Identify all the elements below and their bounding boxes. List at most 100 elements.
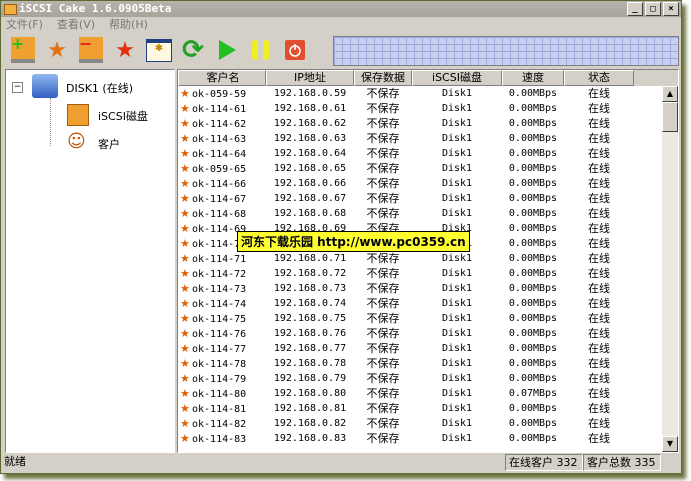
table-row[interactable]: ★ ok-059-65 192.168.0.65 不保存 Disk1 0.00MBps 在线 xyxy=(178,161,678,176)
table-row[interactable]: ★ ok-114-67 192.168.0.67 不保存 Disk1 0.00MBps 在线 xyxy=(178,191,678,206)
cell-client-name: ★ ok-114-81 xyxy=(180,402,247,415)
col-save-data[interactable]: 保存数据 xyxy=(354,70,412,86)
cell-ip-address: 192.168.0.74 xyxy=(273,298,347,309)
table-row[interactable]: ★ ok-059-59 192.168.0.59 不保存 Disk1 0.00MBps 在线 xyxy=(178,86,678,101)
traffic-graph xyxy=(333,36,679,66)
maximize-button[interactable]: □ xyxy=(645,2,661,16)
cell-speed: 0.00MBps xyxy=(508,88,558,99)
pause-button[interactable] xyxy=(247,36,275,64)
table-row[interactable]: ★ ok-114-82 192.168.0.82 不保存 Disk1 0.00MBps 在线 xyxy=(178,416,678,431)
scroll-up-button[interactable]: ▲ xyxy=(662,86,678,102)
cell-save-data: 不保存 xyxy=(366,342,400,355)
table-row[interactable]: ★ ok-114-64 192.168.0.64 不保存 Disk1 0.00MBps 在线 xyxy=(178,146,678,161)
table-row[interactable]: ★ ok-114-68 192.168.0.68 不保存 Disk1 0.00MBps 在线 xyxy=(178,206,678,221)
col-speed[interactable]: 速度 xyxy=(502,70,564,86)
menu-view[interactable]: 查看(V) xyxy=(57,17,95,33)
start-button[interactable] xyxy=(213,36,241,64)
client-icon: ★ xyxy=(180,117,190,130)
vertical-scrollbar[interactable]: ▲ ▼ xyxy=(662,86,678,452)
menu-bar: 文件(F) 查看(V) 帮助(H) xyxy=(1,17,681,33)
cell-status: 在线 xyxy=(588,282,610,295)
pause-icon xyxy=(252,40,269,60)
table-row[interactable]: ★ ok-114-71 192.168.0.71 不保存 Disk1 0.00MBps 在线 xyxy=(178,251,678,266)
add-client-button[interactable]: ★ xyxy=(43,36,71,64)
cell-client-name: ★ ok-114-80 xyxy=(180,387,247,400)
online-clients-panel: 在线客户 332 xyxy=(505,454,583,471)
client-icon: ★ xyxy=(180,342,190,355)
cell-save-data: 不保存 xyxy=(366,402,400,415)
menu-help[interactable]: 帮助(H) xyxy=(109,17,148,33)
cell-save-data: 不保存 xyxy=(366,87,400,100)
cell-client-name: ★ ok-114-72 xyxy=(180,267,247,280)
cell-client-name: ★ ok-114-67 xyxy=(180,192,247,205)
cell-iscsi-disk: Disk1 xyxy=(441,163,473,174)
cell-iscsi-disk: Disk1 xyxy=(441,133,473,144)
table-row[interactable]: ★ ok-114-81 192.168.0.81 不保存 Disk1 0.00MBps 在线 xyxy=(178,401,678,416)
scroll-thumb[interactable] xyxy=(662,102,678,132)
cell-iscsi-disk: Disk1 xyxy=(441,148,473,159)
cell-status: 在线 xyxy=(588,402,610,415)
col-client-name[interactable]: 客户名 xyxy=(178,70,266,86)
table-row[interactable]: ★ ok-114-78 192.168.0.78 不保存 Disk1 0.00MBps 在线 xyxy=(178,356,678,371)
cell-speed: 0.00MBps xyxy=(508,148,558,159)
add-disk-button[interactable]: + xyxy=(9,36,37,64)
settings-button[interactable]: ✱ xyxy=(145,36,173,64)
tree-item-iscsi-disk[interactable]: iSCSI磁盘 xyxy=(98,108,148,124)
cell-speed: 0.00MBps xyxy=(508,118,558,129)
cell-status: 在线 xyxy=(588,252,610,265)
cell-ip-address: 192.168.0.71 xyxy=(273,253,347,264)
cell-iscsi-disk: Disk1 xyxy=(441,403,473,414)
table-row[interactable]: ★ ok-114-61 192.168.0.61 不保存 Disk1 0.00MBps 在线 xyxy=(178,101,678,116)
cell-status: 在线 xyxy=(588,102,610,115)
cell-save-data: 不保存 xyxy=(366,327,400,340)
table-row[interactable]: ★ ok-114-77 192.168.0.77 不保存 Disk1 0.00MBps 在线 xyxy=(178,341,678,356)
close-button[interactable]: × xyxy=(663,2,679,16)
table-row[interactable]: ★ ok-114-74 192.168.0.74 不保存 Disk1 0.00MBps 在线 xyxy=(178,296,678,311)
cell-speed: 0.00MBps xyxy=(508,178,558,189)
tree-item-clients[interactable]: 客户 xyxy=(98,136,120,152)
cell-ip-address: 192.168.0.81 xyxy=(273,403,347,414)
client-icon: ★ xyxy=(180,417,190,430)
cell-status: 在线 xyxy=(588,417,610,430)
client-list: 客户名 IP地址 保存数据 iSCSI磁盘 速度 状态 ★ ok-059-59 19… xyxy=(177,69,679,453)
table-row[interactable]: ★ ok-114-62 192.168.0.62 不保存 Disk1 0.00MBps 在线 xyxy=(178,116,678,131)
client-icon: ★ xyxy=(180,192,190,205)
table-header: 客户名 IP地址 保存数据 iSCSI磁盘 速度 状态 xyxy=(178,70,678,86)
col-iscsi-disk[interactable]: iSCSI磁盘 xyxy=(412,70,502,86)
cell-client-name: ★ ok-114-77 xyxy=(180,342,247,355)
client-icon: ★ xyxy=(180,237,190,250)
remove-client-button[interactable]: ★ xyxy=(111,36,139,64)
refresh-button[interactable]: ⟳ xyxy=(179,35,207,65)
table-row[interactable]: ★ ok-114-72 192.168.0.72 不保存 Disk1 0.00MBps 在线 xyxy=(178,266,678,281)
remove-client-icon: ★ xyxy=(115,37,135,63)
cell-speed: 0.00MBps xyxy=(508,133,558,144)
power-icon xyxy=(285,40,305,60)
table-row[interactable]: ★ ok-114-80 192.168.0.80 不保存 Disk1 0.07MBps 在线 xyxy=(178,386,678,401)
stop-button[interactable] xyxy=(281,36,309,64)
cell-save-data: 不保存 xyxy=(366,102,400,115)
table-row[interactable]: ★ ok-114-66 192.168.0.66 不保存 Disk1 0.00MBps 在线 xyxy=(178,176,678,191)
scroll-down-button[interactable]: ▼ xyxy=(662,436,678,452)
cell-status: 在线 xyxy=(588,192,610,205)
minimize-button[interactable]: _ xyxy=(627,2,643,16)
client-icon: ★ xyxy=(180,372,190,385)
cell-client-name: ★ ok-114-63 xyxy=(180,132,247,145)
cell-save-data: 不保存 xyxy=(366,252,400,265)
table-row[interactable]: ★ ok-114-76 192.168.0.76 不保存 Disk1 0.00MBps 在线 xyxy=(178,326,678,341)
tree-root-disk1[interactable]: DISK1 (在线) xyxy=(66,80,133,96)
col-ip[interactable]: IP地址 xyxy=(266,70,354,86)
cell-save-data: 不保存 xyxy=(366,192,400,205)
table-row[interactable]: ★ ok-114-83 192.168.0.83 不保存 Disk1 0.00MBps 在线 xyxy=(178,431,678,446)
cell-speed: 0.00MBps xyxy=(508,298,558,309)
table-row[interactable]: ★ ok-114-63 192.168.0.63 不保存 Disk1 0.00MBps 在线 xyxy=(178,131,678,146)
menu-file[interactable]: 文件(F) xyxy=(6,17,43,33)
cell-iscsi-disk: Disk1 xyxy=(441,328,473,339)
table-row[interactable]: ★ ok-114-75 192.168.0.75 不保存 Disk1 0.00MBps 在线 xyxy=(178,311,678,326)
cell-ip-address: 192.168.0.62 xyxy=(273,118,347,129)
cell-client-name: ★ ok-114-62 xyxy=(180,117,247,130)
table-row[interactable]: ★ ok-114-79 192.168.0.79 不保存 Disk1 0.00MBps 在线 xyxy=(178,371,678,386)
remove-disk-button[interactable]: − xyxy=(77,36,105,64)
col-status[interactable]: 状态 xyxy=(564,70,634,86)
collapse-toggle[interactable]: − xyxy=(12,82,23,93)
table-row[interactable]: ★ ok-114-73 192.168.0.73 不保存 Disk1 0.00MBps 在线 xyxy=(178,281,678,296)
